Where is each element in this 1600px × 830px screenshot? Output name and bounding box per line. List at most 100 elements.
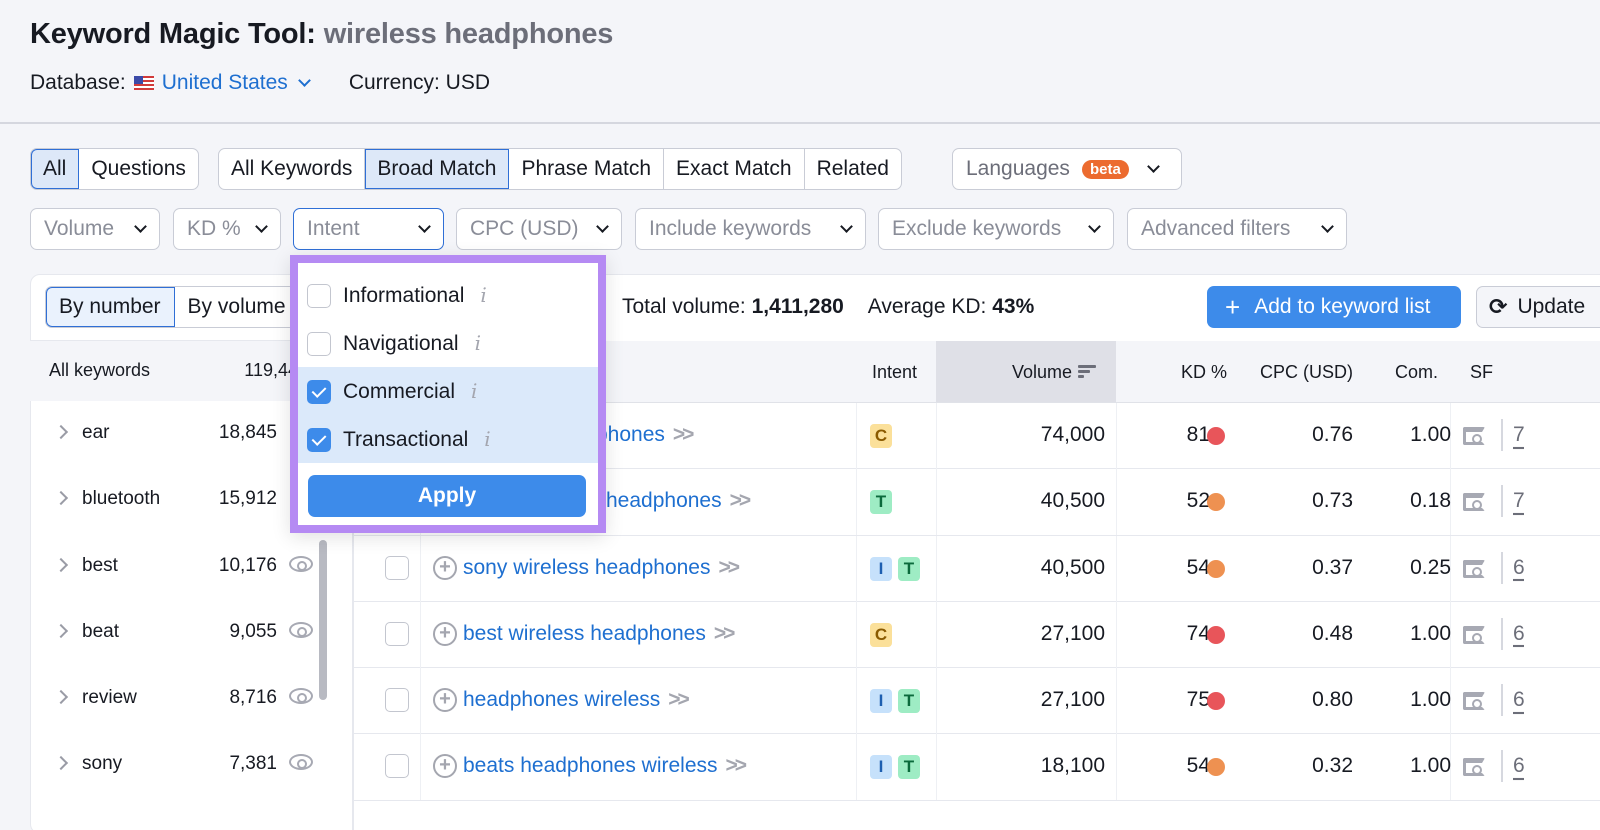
cpc-cell: 0.32 <box>1312 754 1353 778</box>
eye-icon[interactable] <box>289 555 313 572</box>
serp-preview-icon[interactable] <box>1463 493 1485 512</box>
info-icon[interactable]: i <box>484 427 490 451</box>
tab-all-keywords[interactable]: All Keywords <box>219 149 366 189</box>
serp-features-count[interactable]: 6 <box>1513 688 1525 712</box>
divider <box>1501 551 1503 584</box>
eye-icon[interactable] <box>289 754 313 771</box>
kd-filter[interactable]: KD % <box>173 208 281 250</box>
option-label: Commercial i <box>343 379 477 404</box>
group-count: 9,055 <box>229 620 277 642</box>
keyword-link[interactable]: sony wireless headphones >> <box>463 556 740 580</box>
volume-cell: 40,500 <box>1040 555 1105 579</box>
serp-features-count[interactable]: 7 <box>1513 423 1525 447</box>
col-volume[interactable]: Volume <box>1012 362 1097 383</box>
keyword-link[interactable]: phones >> <box>596 423 694 447</box>
chevron-down-icon <box>297 74 311 87</box>
sidebar-group-item[interactable]: ear 18,845 <box>30 401 330 467</box>
row-checkbox[interactable] <box>385 621 409 646</box>
tab-all[interactable]: All <box>31 149 80 189</box>
eye-icon[interactable] <box>289 621 313 638</box>
row-checkbox[interactable] <box>385 555 409 580</box>
add-circle-icon[interactable]: + <box>433 555 457 580</box>
chevron-down-icon <box>596 220 609 233</box>
col-intent[interactable]: Intent <box>872 362 917 383</box>
tab-related[interactable]: Related <box>805 149 901 189</box>
exclude-keywords-filter[interactable]: Exclude keywords <box>878 208 1114 250</box>
col-kd[interactable]: KD % <box>1181 362 1227 383</box>
checkbox[interactable] <box>307 428 331 452</box>
tab-exact-match[interactable]: Exact Match <box>664 149 805 189</box>
info-icon[interactable]: i <box>471 379 477 403</box>
col-com[interactable]: Com. <box>1395 362 1438 383</box>
competition-cell: 0.25 <box>1410 555 1451 579</box>
serp-preview-icon[interactable] <box>1463 625 1485 644</box>
double-chevron-icon: >> <box>668 688 689 712</box>
sidebar-group-item[interactable]: sony 7,381 <box>30 732 330 798</box>
keyword-link[interactable]: beats headphones wireless >> <box>463 754 747 778</box>
serp-features-count[interactable]: 7 <box>1513 489 1525 513</box>
divider <box>1116 734 1117 801</box>
all-keywords-row[interactable]: All keywords 119,447 <box>30 341 330 401</box>
add-to-keyword-list-button[interactable]: + Add to keyword list <box>1207 286 1461 328</box>
languages-label: Languages <box>966 157 1070 180</box>
chevron-right-icon[interactable] <box>53 690 69 705</box>
col-cpc[interactable]: CPC (USD) <box>1260 362 1353 383</box>
keyword-link[interactable]: headphones >> <box>606 489 751 513</box>
cpc-cell: 0.73 <box>1312 489 1353 513</box>
sidebar-group-item[interactable]: review 8,716 <box>30 666 330 732</box>
group-keyword: best <box>82 554 118 576</box>
intent-option-navigational[interactable]: Navigational i <box>298 319 598 367</box>
add-circle-icon[interactable]: + <box>433 688 457 713</box>
serp-preview-icon[interactable] <box>1463 427 1485 445</box>
serp-features-count[interactable]: 6 <box>1513 754 1525 778</box>
advanced-filters[interactable]: Advanced filters <box>1127 208 1347 250</box>
keyword-link[interactable]: best wireless headphones >> <box>463 622 735 646</box>
filter-label: Exclude keywords <box>892 217 1062 240</box>
info-icon[interactable]: i <box>480 283 486 307</box>
tab-by-number[interactable]: By number <box>46 287 175 327</box>
chevron-right-icon[interactable] <box>53 491 69 506</box>
serp-preview-icon[interactable] <box>1463 758 1485 777</box>
apply-button[interactable]: Apply <box>308 475 586 517</box>
add-circle-icon[interactable]: + <box>433 754 457 779</box>
intent-option-informational[interactable]: Informational i <box>298 271 598 319</box>
chevron-right-icon[interactable] <box>53 623 69 638</box>
row-checkbox[interactable] <box>385 688 409 713</box>
tab-questions[interactable]: Questions <box>79 149 198 189</box>
intent-option-commercial[interactable]: Commercial i <box>298 367 598 415</box>
serp-features-count[interactable]: 6 <box>1513 556 1525 580</box>
volume-filter[interactable]: Volume <box>30 208 160 250</box>
option-label: Transactional i <box>343 427 491 452</box>
col-sf[interactable]: SF <box>1470 362 1493 383</box>
languages-dropdown[interactable]: Languages beta <box>952 148 1182 190</box>
serp-preview-icon[interactable] <box>1463 692 1485 711</box>
add-circle-icon[interactable]: + <box>433 621 457 646</box>
keyword-link[interactable]: headphones wireless >> <box>463 688 690 712</box>
serp-preview-icon[interactable] <box>1463 559 1485 578</box>
intent-option-transactional[interactable]: Transactional i <box>298 415 598 463</box>
checkbox[interactable] <box>307 380 331 404</box>
refresh-icon: ⟳ <box>1489 294 1508 319</box>
row-checkbox[interactable] <box>385 754 409 779</box>
sidebar-scrollbar[interactable] <box>319 540 327 700</box>
chevron-right-icon[interactable] <box>53 756 69 771</box>
sidebar-group-item[interactable]: bluetooth 15,912 <box>30 467 330 533</box>
serp-features-count[interactable]: 6 <box>1513 622 1525 646</box>
sidebar-group-item[interactable]: best 10,176 <box>30 534 330 600</box>
tab-phrase-match[interactable]: Phrase Match <box>509 149 665 189</box>
sidebar-group-item[interactable]: beat 9,055 <box>30 600 330 666</box>
database-selector[interactable]: United States <box>162 71 311 95</box>
checkbox[interactable] <box>307 332 331 356</box>
intent-filter[interactable]: Intent <box>293 208 444 250</box>
update-button[interactable]: ⟳ Update <box>1476 286 1600 328</box>
info-icon[interactable]: i <box>475 331 481 355</box>
tab-by-volume[interactable]: By volume <box>175 287 300 327</box>
include-keywords-filter[interactable]: Include keywords <box>635 208 866 250</box>
eye-icon[interactable] <box>289 688 313 705</box>
tab-broad-match[interactable]: Broad Match <box>365 149 510 189</box>
chevron-right-icon[interactable] <box>53 557 69 572</box>
chevron-right-icon[interactable] <box>53 424 69 440</box>
divider <box>420 601 421 668</box>
checkbox[interactable] <box>307 284 331 308</box>
cpc-filter[interactable]: CPC (USD) <box>456 208 622 250</box>
